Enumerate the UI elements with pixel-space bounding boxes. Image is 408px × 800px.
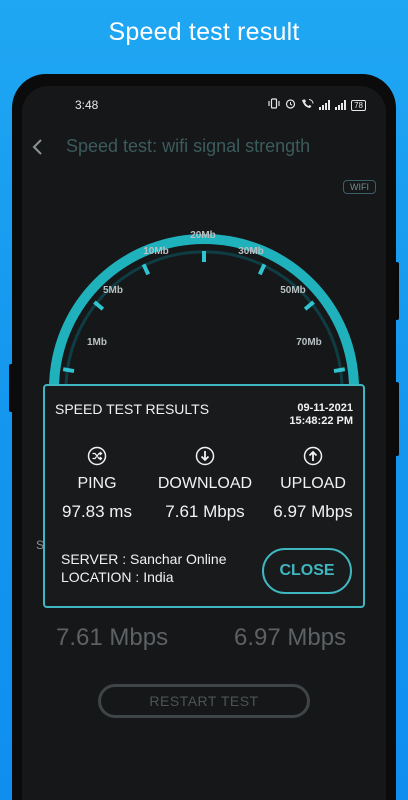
server-info: SERVER : Sanchar Online LOCATION : India bbox=[61, 550, 227, 586]
metric-ping: PING 97.83 ms bbox=[45, 446, 149, 522]
battery-icon: 78 bbox=[351, 99, 366, 111]
gauge-tick-1mb: 1Mb bbox=[87, 337, 107, 348]
gauge-tick-mark-6 bbox=[303, 300, 315, 311]
app-title: Speed test: wifi signal strength bbox=[66, 136, 311, 156]
dialog-title: SPEED TEST RESULTS bbox=[55, 401, 210, 417]
network-type-badge: WIFI bbox=[343, 180, 376, 194]
dialog-time: 15:48:22 PM bbox=[289, 415, 353, 427]
metric-ping-label: PING bbox=[77, 475, 117, 492]
metric-ping-value: 97.83 ms bbox=[62, 502, 132, 521]
gauge-tick-50mb: 50Mb bbox=[280, 285, 306, 296]
banner-title: Speed test result bbox=[108, 18, 300, 46]
gauge-tick-5mb: 5Mb bbox=[103, 285, 123, 296]
metric-upload: UPLOAD 6.97 Mbps bbox=[261, 446, 365, 522]
background-download-value: 7.61 Mbps bbox=[56, 624, 169, 651]
gauge-tick-20mb: 20Mb bbox=[190, 230, 216, 241]
gauge-tick-mark-1 bbox=[62, 367, 75, 374]
gauge-tick-70mb: 70Mb bbox=[296, 337, 322, 348]
gauge-tick-mark-7 bbox=[333, 367, 346, 374]
app-bar: Speed test: wifi signal strength bbox=[22, 136, 386, 160]
upload-icon bbox=[303, 446, 323, 466]
metric-upload-label: UPLOAD bbox=[280, 475, 346, 492]
status-bar: 3:48 78 bbox=[22, 98, 386, 114]
gauge-tick-10mb: 10Mb bbox=[143, 246, 169, 257]
server-name: SERVER : Sanchar Online bbox=[61, 551, 227, 567]
restart-test-button[interactable]: RESTART TEST bbox=[98, 684, 310, 718]
back-arrow-icon[interactable] bbox=[30, 136, 46, 158]
signal-icon-2 bbox=[335, 100, 347, 110]
metric-download-label: DOWNLOAD bbox=[157, 475, 253, 492]
background-upload-value: 6.97 Mbps bbox=[234, 624, 347, 651]
gauge-tick-mark-2 bbox=[93, 300, 105, 311]
shuffle-icon bbox=[87, 446, 107, 466]
download-icon bbox=[195, 446, 215, 466]
alarm-icon bbox=[285, 98, 296, 112]
server-location: LOCATION : India bbox=[61, 569, 174, 585]
metric-download-value: 7.61 Mbps bbox=[165, 502, 245, 521]
gauge-tick-30mb: 30Mb bbox=[238, 246, 264, 257]
signal-icon bbox=[319, 100, 331, 110]
status-time: 3:48 bbox=[75, 98, 99, 112]
results-dialog: SPEED TEST RESULTS 09-11-2021 15:48:22 P… bbox=[43, 384, 365, 608]
gauge-tick-mark-5 bbox=[257, 263, 267, 276]
dialog-date: 09-11-2021 bbox=[297, 402, 353, 414]
wifi-call-icon bbox=[301, 98, 314, 112]
metric-download: DOWNLOAD 7.61 Mbps bbox=[153, 446, 257, 522]
vibrate-icon bbox=[268, 98, 280, 112]
metric-upload-value: 6.97 Mbps bbox=[273, 502, 353, 521]
gauge-tick-mark-3 bbox=[141, 263, 151, 276]
close-button[interactable]: CLOSE bbox=[262, 548, 352, 594]
dialog-timestamp: 09-11-2021 15:48:22 PM bbox=[289, 402, 353, 428]
status-icons: 78 bbox=[268, 98, 366, 112]
